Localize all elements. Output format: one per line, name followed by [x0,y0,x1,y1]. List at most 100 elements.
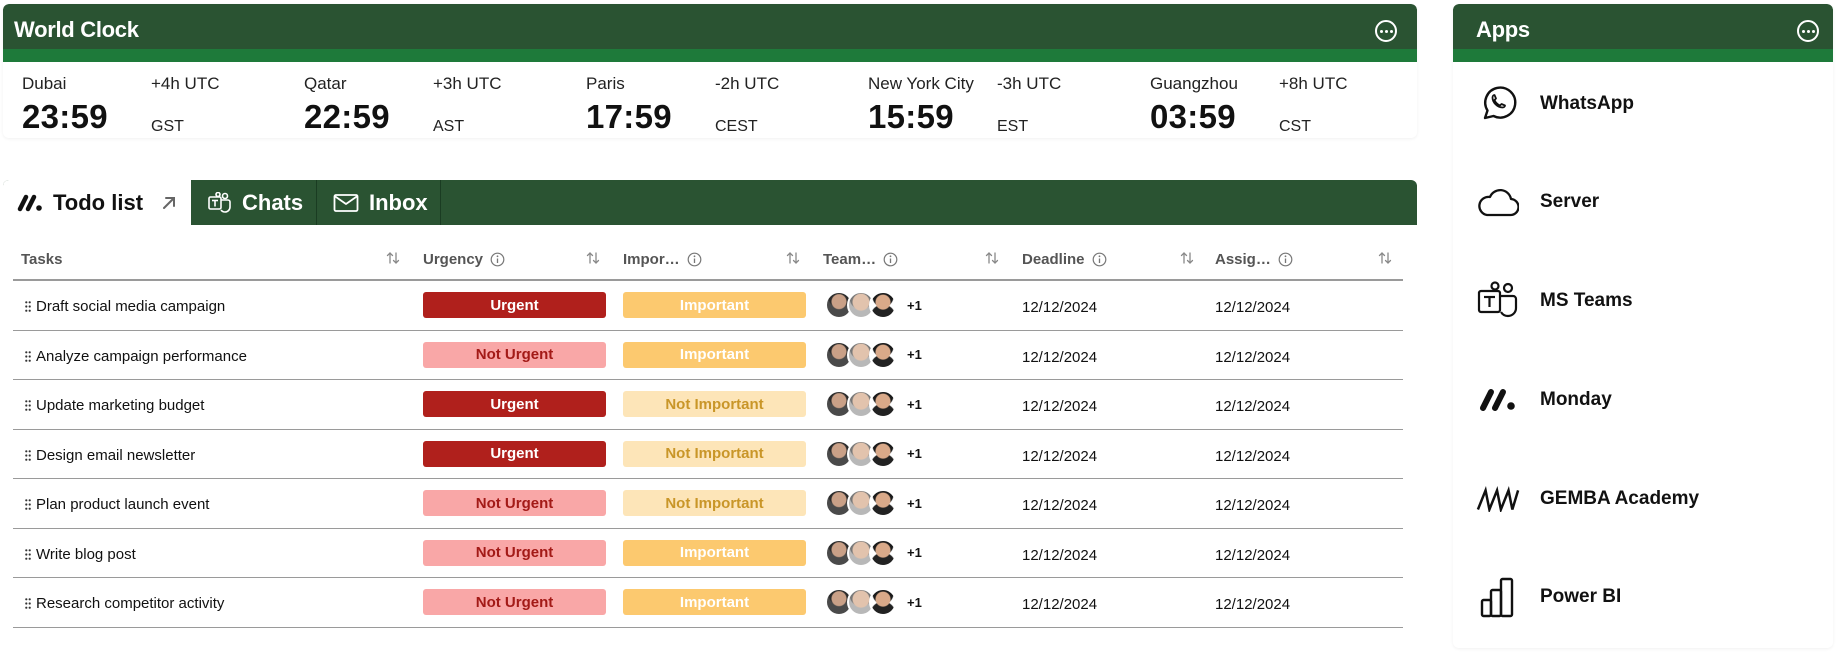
urgency-badge[interactable]: Not Urgent [423,539,606,566]
app-monday[interactable]: Monday [1453,370,1833,430]
importance-badge[interactable]: Important [623,589,806,615]
app-power-bi[interactable]: Power BI [1453,567,1833,627]
tab-todo-list[interactable]: Todo list [3,180,191,225]
monday-icon [1476,378,1520,422]
table-row[interactable]: Design email newsletter Urgent Not Importa… [13,430,1403,479]
deadline-cell[interactable]: 12/12/2024 [1022,596,1097,613]
teams-icon [1476,279,1520,323]
column-header-assigned[interactable]: Assig… [1215,251,1293,268]
column-header-team[interactable]: Team… [823,251,898,268]
table-row[interactable]: Research competitor activity Not Urgent Im… [13,578,1403,628]
more-members-count: +1 [907,396,922,412]
assigned-cell[interactable]: 12/12/2024 [1215,299,1290,316]
task-cell[interactable]: Plan product launch event [25,496,209,513]
deadline-cell[interactable]: 12/12/2024 [1022,398,1097,415]
table-row[interactable]: Update marketing budget Urgent Not Importa… [13,380,1403,430]
importance-badge[interactable]: Not Important [623,490,806,516]
deadline-cell[interactable]: 12/12/2024 [1022,547,1097,564]
urgency-badge[interactable]: Not Urgent [423,341,606,368]
team-avatars[interactable]: +1 [825,538,922,567]
urgency-badge[interactable]: Urgent [423,440,606,467]
info-icon[interactable] [1092,252,1107,267]
assigned-cell[interactable]: 12/12/2024 [1215,448,1290,465]
urgency-badge[interactable]: Not Urgent [423,490,606,516]
team-avatars[interactable]: +1 [825,291,922,319]
sort-icon[interactable] [586,251,600,265]
team-avatars[interactable]: +1 [825,588,922,616]
task-cell[interactable]: Update marketing budget [25,397,204,414]
info-icon[interactable] [490,252,505,267]
app-whatsapp[interactable]: WhatsApp [1453,74,1833,134]
importance-badge[interactable]: Important [623,539,806,566]
clock-qatar: Qatar +3h UTC 22:59 AST [285,62,567,138]
tab-chats[interactable]: Chats [191,180,317,225]
column-header-tasks[interactable]: Tasks [21,251,62,268]
task-cell[interactable]: Draft social media campaign [25,298,225,315]
app-ms-teams[interactable]: MS Teams [1453,271,1833,331]
team-avatars[interactable]: +1 [825,390,922,418]
apps-more-icon[interactable] [1797,20,1819,42]
info-icon[interactable] [883,252,898,267]
apps-card: Apps WhatsApp Server MS Teams Monday GEM… [1453,4,1833,648]
importance-badge[interactable]: Not Important [623,440,806,467]
assigned-cell[interactable]: 12/12/2024 [1215,596,1290,613]
drag-handle-icon[interactable] [25,598,31,609]
info-icon[interactable] [687,252,702,267]
clock-timezone: EST [997,118,1029,135]
sort-icon[interactable] [1378,251,1392,265]
tab-inbox[interactable]: Inbox [317,180,441,225]
drag-handle-icon[interactable] [25,499,31,510]
clock-time: 22:59 [304,98,390,135]
clock-city: Guangzhou [1150,74,1238,93]
sort-icon[interactable] [386,251,400,265]
column-header-importance[interactable]: Impor… [623,251,702,268]
task-cell[interactable]: Analyze campaign performance [25,348,247,365]
assigned-cell[interactable]: 12/12/2024 [1215,398,1290,415]
deadline-cell[interactable]: 12/12/2024 [1022,349,1097,366]
clock-offset: +8h UTC [1279,74,1348,93]
clock-dubai: Dubai +4h UTC 23:59 GST [3,62,285,138]
table-row[interactable]: Analyze campaign performance Not Urgent Im… [13,331,1403,380]
table-header: Tasks Urgency Impor… Team… Deadline Assi… [13,239,1403,281]
table-row[interactable]: Write blog post Not Urgent Important +1 12/1… [13,529,1403,578]
drag-handle-icon[interactable] [25,449,31,461]
importance-badge[interactable]: Important [623,292,806,318]
column-header-deadline[interactable]: Deadline [1022,251,1107,268]
sort-icon[interactable] [786,251,800,265]
urgency-badge[interactable]: Not Urgent [423,589,606,615]
urgency-badge[interactable]: Urgent [423,292,606,318]
app-server[interactable]: Server [1453,172,1833,232]
urgency-badge[interactable]: Urgent [423,391,606,417]
clock-city: Paris [586,74,625,93]
column-header-urgency[interactable]: Urgency [423,251,505,268]
sort-icon[interactable] [1180,251,1194,265]
world-clock-more-icon[interactable] [1375,20,1397,42]
deadline-cell[interactable]: 12/12/2024 [1022,448,1097,465]
team-avatars[interactable]: +1 [825,340,922,369]
task-cell[interactable]: Design email newsletter [25,447,195,464]
team-avatars[interactable]: +1 [825,489,922,517]
app-gemba-academy[interactable]: GEMBA Academy [1453,469,1833,529]
clock-time: 23:59 [22,98,108,135]
table-row[interactable]: Draft social media campaign Urgent Importa… [13,281,1403,331]
assigned-cell[interactable]: 12/12/2024 [1215,497,1290,514]
task-cell[interactable]: Write blog post [25,546,136,563]
importance-badge[interactable]: Not Important [623,391,806,417]
assigned-cell[interactable]: 12/12/2024 [1215,349,1290,366]
sort-icon[interactable] [985,251,999,265]
assigned-cell[interactable]: 12/12/2024 [1215,547,1290,564]
drag-handle-icon[interactable] [25,301,31,312]
drag-handle-icon[interactable] [25,548,31,560]
team-avatars[interactable]: +1 [825,439,922,468]
drag-handle-icon[interactable] [25,400,31,411]
clock-offset: -2h UTC [715,74,780,93]
info-icon[interactable] [1278,252,1293,267]
importance-badge[interactable]: Important [623,341,806,368]
drag-handle-icon[interactable] [25,350,31,362]
task-cell[interactable]: Research competitor activity [25,595,224,612]
deadline-cell[interactable]: 12/12/2024 [1022,497,1097,514]
deadline-cell[interactable]: 12/12/2024 [1022,299,1097,316]
column-label: Impor… [623,251,680,268]
table-row[interactable]: Plan product launch event Not Urgent Not I… [13,479,1403,529]
open-external-icon[interactable] [161,195,177,211]
